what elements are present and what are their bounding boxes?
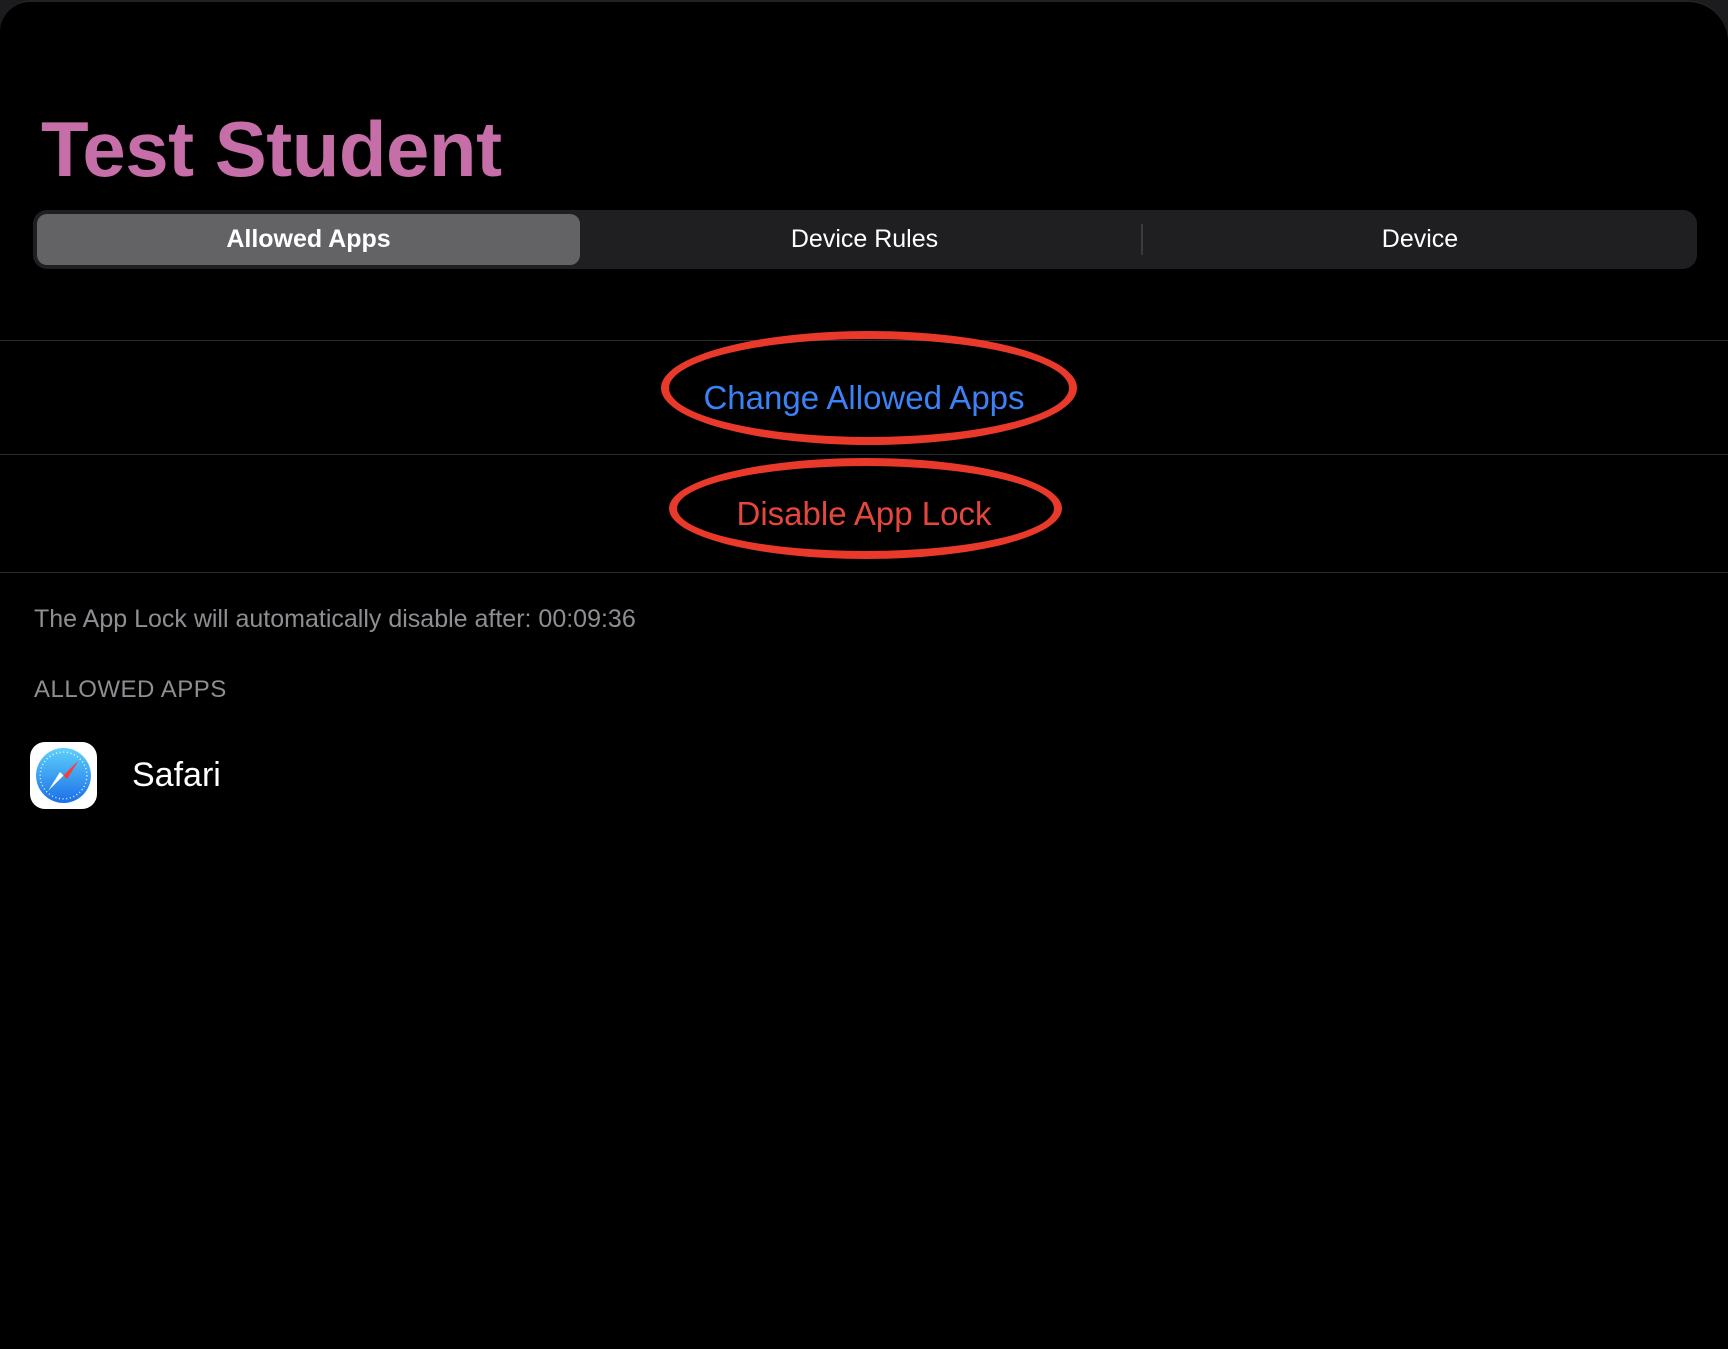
- tab-allowed-apps[interactable]: Allowed Apps: [37, 214, 580, 265]
- change-allowed-apps-row[interactable]: Change Allowed Apps: [0, 341, 1728, 454]
- disable-app-lock-button[interactable]: Disable App Lock: [737, 495, 992, 533]
- list-item: Safari: [30, 741, 221, 809]
- app-lock-countdown: The App Lock will automatically disable …: [34, 605, 636, 633]
- disable-app-lock-row[interactable]: Disable App Lock: [0, 455, 1728, 572]
- tab-device[interactable]: Device: [1143, 214, 1697, 265]
- page-title: Test Student: [41, 105, 502, 193]
- safari-compass-icon: [30, 741, 97, 809]
- tab-segmented-control: Allowed Apps Device Rules Device: [33, 210, 1697, 269]
- change-allowed-apps-button[interactable]: Change Allowed Apps: [703, 379, 1024, 417]
- allowed-apps-section-header: ALLOWED APPS: [34, 676, 227, 703]
- app-name: Safari: [132, 755, 221, 794]
- app-screen: Test Student Allowed Apps Device Rules D…: [0, 0, 1728, 1349]
- divider: [0, 572, 1728, 573]
- tab-device-rules[interactable]: Device Rules: [588, 214, 1141, 265]
